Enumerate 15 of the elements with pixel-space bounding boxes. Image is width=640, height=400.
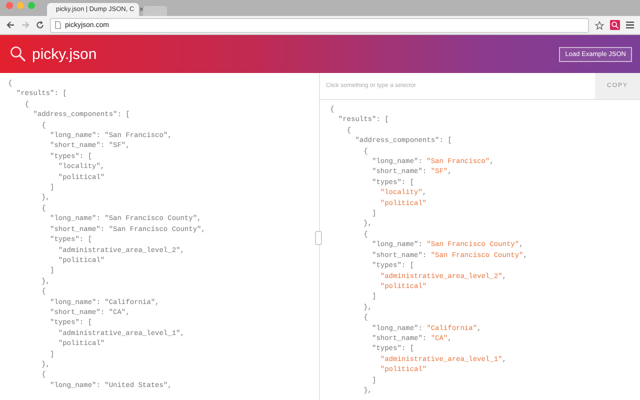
maximize-window-button[interactable] (28, 2, 35, 9)
app-title: picky.json (32, 46, 97, 62)
menu-icon[interactable] (626, 21, 634, 29)
page-icon (55, 21, 61, 29)
forward-icon[interactable] (21, 21, 30, 29)
pane-resize-handle[interactable] (315, 231, 322, 245)
new-tab-button[interactable] (143, 6, 167, 16)
search-icon (10, 46, 26, 62)
minimize-window-button[interactable] (17, 2, 24, 9)
back-icon[interactable] (6, 21, 15, 29)
star-icon[interactable] (595, 20, 604, 30)
extension-icon[interactable] (610, 20, 620, 30)
reload-icon[interactable] (36, 21, 44, 29)
close-window-button[interactable] (6, 2, 13, 9)
tab-close-button[interactable]: × (137, 6, 144, 14)
